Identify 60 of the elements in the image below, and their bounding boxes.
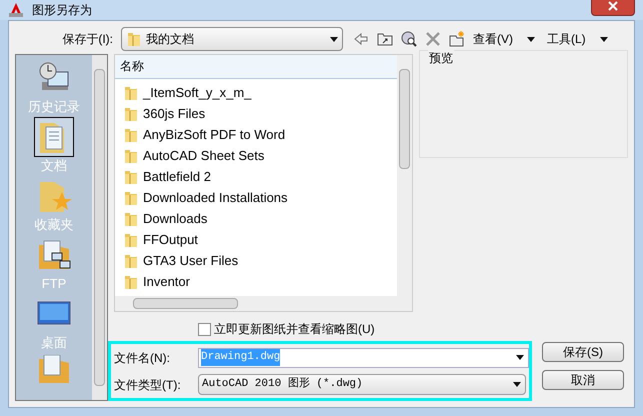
file-type-label: 文件类型(T):: [114, 376, 182, 394]
places-label: 收藏夹: [34, 216, 74, 233]
folder-icon: [123, 210, 139, 226]
dialog-button[interactable]: 取消: [542, 370, 624, 390]
save-in-value: 我的文档: [146, 31, 195, 48]
close-button[interactable]: [591, 0, 635, 16]
search-icon[interactable]: [401, 31, 417, 47]
file-item[interactable]: AutoCAD Sheet Sets: [115, 145, 397, 166]
folder-icon: [123, 274, 139, 290]
dialog-button[interactable]: 保存(S): [542, 342, 624, 362]
file-item[interactable]: GTA3 User Files: [115, 250, 397, 271]
folder-icon: [126, 31, 142, 47]
scrollbar[interactable]: [115, 296, 412, 311]
folder-icon: [123, 168, 139, 184]
file-type-dropdown[interactable]: AutoCAD 2010 图形 (*.dwg): [198, 374, 526, 395]
caret-icon: [330, 36, 338, 42]
folder-icon: [123, 126, 139, 142]
close-icon: [608, 1, 618, 11]
file-item[interactable]: Downloads: [115, 208, 397, 229]
view-menu-button[interactable]: 查看(V): [473, 30, 535, 48]
places-label: FTP: [42, 275, 66, 292]
folder-icon: [123, 232, 139, 248]
folder-icon: [123, 84, 139, 100]
file-type-value: AutoCAD 2010 图形 (*.dwg): [202, 376, 363, 392]
checkbox[interactable]: [198, 322, 211, 336]
new-folder-icon[interactable]: [449, 31, 465, 47]
app-logo-icon: [8, 2, 24, 18]
scrollbar[interactable]: [92, 55, 107, 400]
file-name-value: Drawing1.dwg: [201, 349, 280, 366]
folder-icon: [123, 106, 139, 122]
document-folder-icon: [36, 355, 72, 383]
file-name-label: 文件名(N):: [114, 350, 171, 366]
window-title: 图形另存为: [32, 2, 92, 19]
folder-icon: [123, 148, 139, 164]
file-item[interactable]: Inventor: [115, 271, 397, 292]
save-in-dropdown[interactable]: 我的文档: [121, 27, 343, 51]
places-label: 历史记录: [28, 98, 80, 115]
folder-icon: [123, 252, 139, 268]
column-header[interactable]: 名称: [115, 55, 397, 79]
file-item[interactable]: _ItemSoft_y_x_m_: [115, 82, 397, 103]
preview-label: 预览: [428, 49, 454, 67]
places-label: 文档: [41, 157, 67, 174]
tools-menu-button[interactable]: 工具(L): [547, 30, 608, 48]
back-icon[interactable]: [353, 31, 369, 47]
up-folder-icon[interactable]: [377, 31, 393, 47]
file-item[interactable]: AnyBizSoft PDF to Word: [115, 124, 397, 145]
caret-icon: [516, 355, 524, 360]
file-item[interactable]: Battlefield 2: [115, 166, 397, 187]
delete-icon[interactable]: [425, 31, 441, 47]
file-item[interactable]: 360js Files: [115, 103, 397, 124]
save-in-label: 保存于(I):: [61, 31, 114, 48]
caret-icon: [527, 36, 535, 42]
checkbox-label: 立即更新图纸并查看缩略图(U): [214, 321, 375, 338]
file-item[interactable]: Downloaded Installations: [115, 187, 397, 208]
caret-icon: [600, 36, 608, 42]
folder-icon: [123, 190, 139, 206]
file-item[interactable]: FFOutput: [115, 229, 397, 250]
places-label: 桌面: [41, 334, 67, 351]
caret-icon: [513, 382, 521, 387]
scrollbar[interactable]: [397, 55, 412, 296]
